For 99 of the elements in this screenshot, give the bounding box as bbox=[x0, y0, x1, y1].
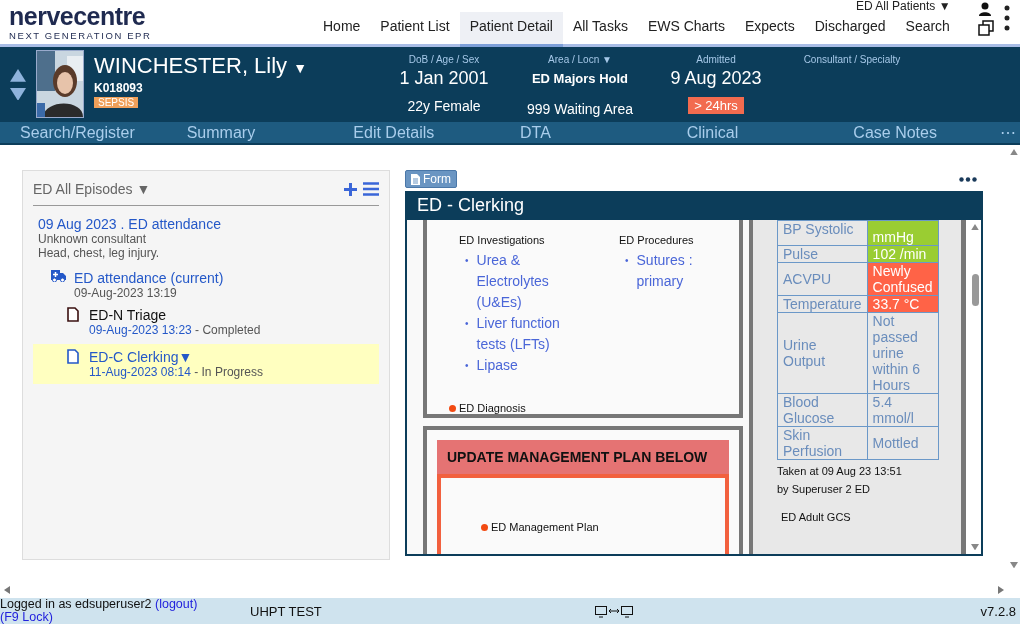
down-arrow-icon bbox=[10, 87, 26, 101]
vital-value: Not passed urine within 6 Hours bbox=[867, 312, 938, 394]
vital-label: Skin Perfusion bbox=[777, 426, 868, 460]
user-icon[interactable] bbox=[978, 2, 992, 16]
list-link[interactable]: Sutures : primary bbox=[636, 250, 739, 292]
taken-time: Taken at 09 Aug 23 13:51 bbox=[777, 464, 903, 479]
form-title: ED - Clerking bbox=[405, 191, 983, 220]
logo: nervecentre bbox=[9, 2, 147, 30]
required-dot-icon bbox=[449, 404, 456, 412]
vital-label: Blood Glucose bbox=[777, 393, 868, 427]
scroll-up-icon bbox=[1010, 149, 1018, 156]
more-icon[interactable] bbox=[959, 176, 977, 182]
document-icon bbox=[67, 307, 79, 322]
version: v7.2.8 bbox=[980, 603, 1017, 619]
patient-filter[interactable]: ED All Patients ▼ bbox=[856, 0, 951, 12]
vital-label: ACVPU bbox=[777, 262, 868, 296]
vital-label: Urine Output bbox=[777, 312, 868, 394]
list-link[interactable]: Urea & Electrolytes (U&Es) bbox=[476, 250, 579, 313]
nav-tab[interactable]: Discharged bbox=[804, 12, 896, 47]
menu-icon[interactable] bbox=[363, 182, 379, 196]
logo-tagline: NEXT GENERATION EPR bbox=[9, 30, 153, 41]
section-heading: ED Procedures bbox=[619, 234, 695, 246]
scroll-down-icon bbox=[1010, 561, 1018, 568]
section-link[interactable]: Search/Register bbox=[0, 123, 167, 142]
patient-name: WINCHESTER, Lily ▼ bbox=[94, 53, 308, 80]
section-link[interactable]: Edit Details bbox=[333, 123, 500, 142]
section-link[interactable]: Clinical bbox=[666, 123, 834, 142]
vital-value: 5.4 mmol/l bbox=[867, 393, 938, 427]
nav-tab[interactable]: All Tasks bbox=[562, 12, 638, 47]
logout-link[interactable]: (logout) bbox=[155, 597, 198, 611]
scroll-right-icon bbox=[998, 586, 1004, 594]
required-dot-icon bbox=[481, 523, 488, 531]
add-icon[interactable] bbox=[344, 182, 357, 196]
section-link[interactable]: DTA bbox=[500, 123, 667, 142]
screen-switch-icon[interactable] bbox=[595, 606, 633, 618]
field-value: 1 Jan 2001 bbox=[399, 68, 489, 90]
document-title: ED-C Clerking▼ bbox=[89, 349, 194, 365]
section-link[interactable]: Summary bbox=[166, 123, 334, 142]
scroll-up-icon bbox=[971, 224, 979, 231]
vital-value: Mottled bbox=[867, 426, 938, 460]
copy-icon[interactable] bbox=[978, 20, 994, 36]
patient-id: K018093 bbox=[94, 81, 143, 95]
list-link[interactable]: Lipase bbox=[476, 355, 518, 376]
lock-link[interactable]: (F9 Lock) bbox=[0, 610, 53, 624]
scroll-left-icon bbox=[4, 586, 10, 594]
nav-tab[interactable]: Expects bbox=[734, 12, 805, 47]
field-label: Area / Locn ▼ bbox=[548, 54, 612, 65]
field-value: 9 Aug 2023 bbox=[670, 68, 762, 90]
document-meta: 09-Aug-2023 13:23 - Completed bbox=[89, 323, 261, 337]
attendance-title[interactable]: ED attendance (current) bbox=[74, 270, 224, 286]
login-status: Logged in as edsuperuser2 (logout) (F9 Lock) bbox=[0, 598, 199, 624]
vital-label: Temperature bbox=[777, 295, 868, 313]
document-item[interactable]: ED-N Triage 09-Aug-2023 13:23 - Completed bbox=[33, 302, 379, 342]
field-label: Admitted bbox=[696, 54, 736, 65]
field-label: Consultant / Specialty bbox=[803, 54, 901, 65]
nav-tab[interactable]: Patient Detail bbox=[459, 12, 563, 47]
environment-name: UHPT TEST bbox=[250, 603, 323, 619]
section-heading: ED Investigations bbox=[459, 234, 546, 246]
document-title: ED-N Triage bbox=[89, 307, 168, 323]
section-heading: ED Adult GCS bbox=[781, 510, 852, 525]
vital-label: Pulse bbox=[777, 245, 868, 263]
more-button[interactable]: ⋯ bbox=[1000, 123, 1017, 142]
field-detail: 999 Waiting Area bbox=[526, 101, 634, 117]
field-label: ED Management Plan bbox=[491, 521, 599, 533]
admitted-duration-tag: > 24hrs bbox=[688, 97, 744, 114]
bullet: • bbox=[625, 254, 629, 268]
list-link[interactable]: Liver function tests (LFTs) bbox=[476, 313, 579, 355]
taken-by: by Superuser 2 ED bbox=[777, 482, 871, 497]
document-item[interactable]: ED-C Clerking▼ 11-Aug-2023 08:14 - In Progress bbox=[33, 344, 379, 384]
attendance-time: 09-Aug-2023 13:19 bbox=[74, 286, 178, 300]
field-label: DoB / Age / Sex bbox=[408, 54, 480, 65]
section-link[interactable]: Case Notes bbox=[833, 123, 1001, 142]
up-arrow-icon bbox=[10, 68, 26, 82]
nav-tab[interactable]: Search bbox=[895, 12, 960, 47]
bullet: • bbox=[465, 359, 469, 373]
scroll-thumb[interactable] bbox=[971, 274, 979, 307]
alert-tag: SEPSIS bbox=[94, 97, 139, 108]
field-value: ED Majors Hold bbox=[531, 71, 629, 88]
document-meta: 11-Aug-2023 08:14 - In Progress bbox=[89, 365, 263, 379]
vital-value: Newly Confused bbox=[867, 262, 938, 296]
episode-consultant: Unknown consultant bbox=[38, 232, 148, 246]
bullet: • bbox=[465, 317, 469, 331]
plan-heading: UPDATE MANAGEMENT PLAN BELOW bbox=[437, 440, 729, 474]
nav-tab[interactable]: Home bbox=[313, 12, 371, 47]
bullet: • bbox=[465, 254, 469, 268]
nav-tab[interactable]: EWS Charts bbox=[637, 12, 735, 47]
episode-title[interactable]: 09 Aug 2023 . ED attendance bbox=[38, 216, 379, 232]
scroll-down-icon bbox=[971, 543, 979, 550]
vital-value: mmHg bbox=[867, 220, 938, 246]
episode-complaint: Head, chest, leg injury. bbox=[38, 246, 161, 260]
ambulance-icon bbox=[51, 270, 66, 282]
vital-label: BP Systolic bbox=[777, 220, 868, 246]
document-icon bbox=[67, 349, 79, 364]
field-detail: 22y Female bbox=[407, 98, 481, 114]
nav-tab[interactable]: Patient List bbox=[370, 12, 460, 47]
form-button[interactable]: Form bbox=[405, 170, 457, 188]
document-icon bbox=[411, 173, 420, 185]
field-label: ED Diagnosis bbox=[459, 402, 526, 414]
episode-filter[interactable]: ED All Episodes ▼ bbox=[33, 181, 151, 197]
